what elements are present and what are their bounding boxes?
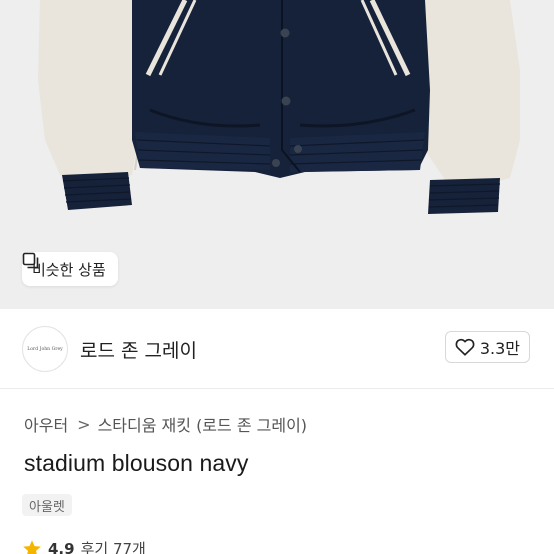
like-button[interactable]: 3.3만 — [444, 331, 530, 363]
heart-outline-icon — [455, 338, 475, 356]
store-name[interactable]: 로드 존 그레이 — [80, 336, 197, 363]
similar-items-icon — [22, 252, 39, 269]
rating-row[interactable]: 4.9 후기 77개 — [22, 538, 146, 554]
breadcrumb-item-stadium-jacket[interactable]: 스타디움 재킷 (로드 존 그레이) — [98, 412, 307, 436]
outlet-tag: 아울렛 — [22, 494, 72, 516]
breadcrumb-separator: > — [77, 414, 91, 434]
similar-items-label: 비슷한 상품 — [32, 260, 106, 279]
breadcrumb: 아우터 > 스타디움 재킷 (로드 존 그레이) — [24, 412, 307, 436]
rating-score: 4.9 — [48, 539, 75, 554]
similar-items-button[interactable]: 비슷한 상품 — [22, 252, 118, 286]
review-count: 후기 77개 — [80, 540, 146, 554]
store-avatar[interactable]: Lord John Grey — [22, 326, 68, 372]
product-image[interactable]: 비슷한 상품 — [0, 0, 554, 309]
store-header: Lord John Grey 로드 존 그레이 3.3만 — [0, 309, 554, 389]
breadcrumb-item-outerwear[interactable]: 아우터 — [24, 412, 68, 436]
star-icon — [23, 539, 41, 554]
store-avatar-text: Lord John Grey — [27, 346, 63, 352]
like-count: 3.3만 — [479, 339, 520, 358]
product-title: stadium blouson navy — [24, 450, 249, 476]
